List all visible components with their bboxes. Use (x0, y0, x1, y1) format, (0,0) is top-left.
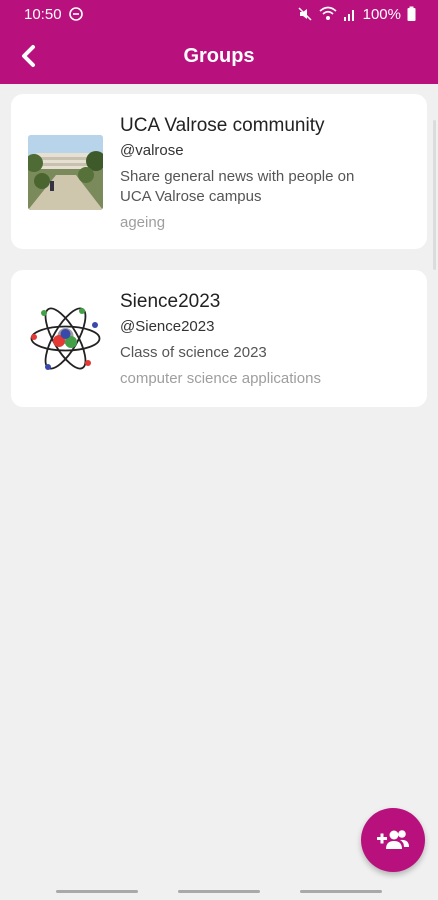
group-name: UCA Valrose community (120, 115, 325, 136)
group-description: Class of science 2023 (120, 344, 267, 361)
group-card[interactable]: UCA Valrose community @valrose Share gen… (11, 94, 427, 249)
app-bar: Groups (0, 28, 438, 84)
group-handle: @Sience2023 (120, 318, 215, 335)
signal-icon (343, 10, 354, 21)
wifi-icon (319, 6, 337, 20)
notification-icon (68, 7, 83, 21)
group-card[interactable]: Sience2023 @Sience2023 Class of science … (11, 270, 427, 407)
back-arrow-icon (22, 45, 35, 67)
nav-home-button[interactable] (178, 890, 260, 893)
status-bar: 10:50 100% (0, 0, 438, 28)
group-description: Share general news with people on UCA Va… (120, 168, 355, 205)
battery-icon (407, 6, 416, 21)
atom-logo (28, 301, 103, 376)
status-time: 10:50 (24, 5, 62, 23)
mute-icon (298, 7, 312, 21)
add-group-icon (377, 830, 409, 849)
system-navigation-bar (0, 888, 438, 900)
group-tag: computer science applications (120, 370, 321, 387)
nav-recents-button[interactable] (56, 890, 138, 893)
group-tag: ageing (120, 214, 166, 231)
group-handle: @valrose (120, 142, 184, 159)
groups-list: UCA Valrose community @valrose Share gen… (11, 94, 427, 428)
campus-photo (28, 135, 103, 210)
group-name: Sience2023 (120, 291, 221, 312)
scroll-edge-indicator (433, 120, 436, 270)
back-button[interactable] (10, 38, 46, 74)
page-title: Groups (183, 44, 255, 67)
battery-percentage: 100% (362, 5, 401, 23)
add-group-button[interactable] (361, 808, 425, 872)
nav-back-button[interactable] (300, 890, 382, 893)
